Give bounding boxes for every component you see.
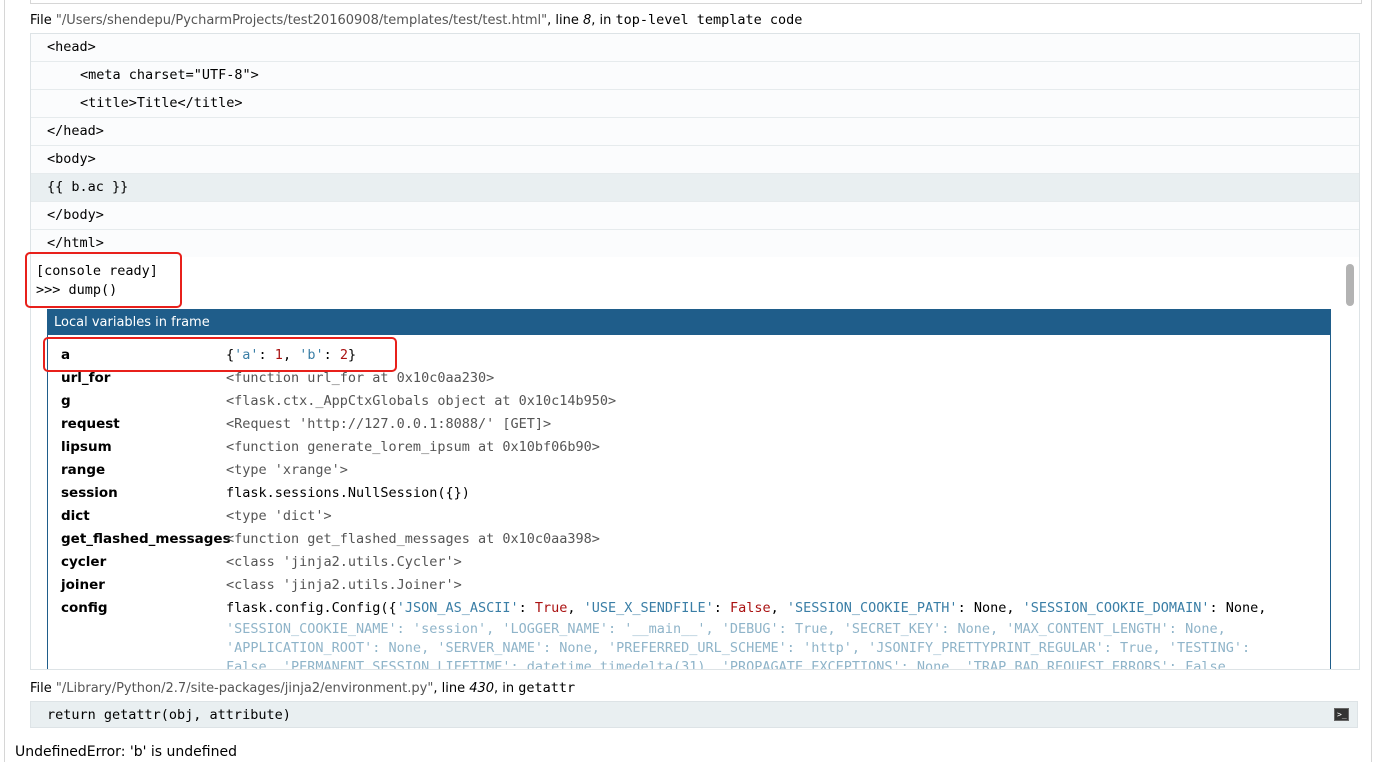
variable-value: <type 'xrange'> (226, 462, 348, 478)
file-prefix: File (30, 13, 56, 28)
variable-value: <flask.ctx._AppCtxGlobals object at 0x10… (226, 393, 617, 409)
variable-value: <function get_flashed_messages at 0x10c0… (226, 531, 600, 547)
file-path: "/Library/Python/2.7/site-packages/jinja… (55, 681, 434, 696)
source-line-current: {{ b.ac }} (31, 174, 1359, 202)
variable-value: <class 'jinja2.utils.Cycler'> (226, 554, 462, 570)
variable-row-a: a {'a': 1, 'b': 2} (61, 344, 1266, 367)
variable-row-url-for: url_for <function url_for at 0x10c0aa230> (61, 367, 1266, 390)
variable-value: flask.config.Config({'JSON_AS_ASCII': Tr… (226, 600, 1267, 616)
source-line: </html> (31, 230, 1359, 257)
variable-value: {'a': 1, 'b': 2} (226, 347, 357, 363)
source-line: <meta charset="UTF-8"> (31, 62, 1359, 90)
variable-name: cycler (61, 554, 107, 570)
variable-name: request (61, 416, 120, 432)
line-label: , line (547, 13, 583, 28)
line-number: 430 (469, 681, 495, 696)
variable-value: <function generate_lorem_ipsum at 0x10bf… (226, 439, 600, 455)
line-label: , line (433, 681, 470, 696)
error-message: UndefinedError: 'b' is undefined (15, 744, 237, 760)
variable-name: url_for (61, 370, 111, 386)
function-name: top-level template code (615, 12, 803, 28)
config-continuation-line: False, 'PERMANENT_SESSION_LIFETIME': dat… (226, 659, 1234, 670)
config-continuation: 'SESSION_COOKIE_NAME': 'session', 'LOGGE… (61, 620, 1266, 670)
variable-name: dict (61, 508, 90, 524)
console-command: >>> dump() (36, 282, 118, 298)
frame-header-template[interactable]: File "/Users/shendepu/PycharmProjects/te… (30, 12, 802, 28)
source-line: <head> (31, 34, 1359, 62)
source-line-text: return getattr(obj, attribute) (47, 707, 291, 723)
source-line: <title>Title</title> (31, 90, 1359, 118)
console-scrollbar[interactable] (1343, 261, 1357, 667)
variable-row-request: request <Request 'http://127.0.0.1:8088/'… (61, 413, 1266, 436)
variable-name: range (61, 462, 106, 478)
scrollbar-thumb[interactable] (1346, 264, 1354, 306)
source-line: </body> (31, 202, 1359, 230)
variable-row-dict: dict <type 'dict'> (61, 505, 1266, 528)
variable-row-g: g <flask.ctx._AppCtxGlobals object at 0x1… (61, 390, 1266, 413)
frame-header-environment[interactable]: File "/Library/Python/2.7/site-packages/… (30, 680, 575, 696)
in-label: , in (494, 681, 519, 696)
variable-name: config (61, 600, 108, 616)
variable-value: <class 'jinja2.utils.Joiner'> (226, 577, 462, 593)
variable-row-get-flashed-messages: get_flashed_messages <function get_flashe… (61, 528, 1266, 551)
variable-row-joiner: joiner <class 'jinja2.utils.Joiner'> (61, 574, 1266, 597)
current-source-line[interactable]: return getattr(obj, attribute) >_ (30, 701, 1358, 728)
config-continuation-line: 'SESSION_COOKIE_NAME': 'session', 'LOGGE… (226, 621, 1226, 637)
variable-name: joiner (61, 577, 105, 593)
line-number: 8 (582, 13, 592, 28)
interactive-console[interactable]: [console ready] >>> dump() Local variabl… (30, 257, 1360, 670)
variable-value: flask.sessions.NullSession({}) (226, 485, 470, 501)
config-continuation-line: 'APPLICATION_ROOT': None, 'SERVER_NAME':… (226, 640, 1251, 656)
file-path: "/Users/shendepu/PycharmProjects/test201… (55, 13, 548, 28)
in-label: , in (591, 13, 616, 28)
variable-name: session (61, 485, 118, 501)
variable-name: get_flashed_messages (61, 531, 231, 547)
variable-row-lipsum: lipsum <function generate_lorem_ipsum at … (61, 436, 1266, 459)
variable-row-config: config flask.config.Config({'JSON_AS_ASCI… (61, 597, 1266, 620)
local-variables-table: a {'a': 1, 'b': 2} url_for <function url_fo… (61, 344, 1266, 670)
source-line: </head> (31, 118, 1359, 146)
variable-name: g (61, 393, 71, 409)
console-ready-text: [console ready] (36, 263, 158, 279)
variable-value: <Request 'http://127.0.0.1:8088/' [GET]> (226, 416, 552, 432)
source-code-block[interactable]: <head> <meta charset="UTF-8"> <title>Title… (30, 33, 1360, 258)
variable-name: lipsum (61, 439, 112, 455)
local-variables-title: Local variables in frame (48, 310, 1330, 335)
previous-source-block-edge (30, 0, 1362, 4)
variable-value: <type 'dict'> (226, 508, 332, 524)
terminal-icon[interactable]: >_ (1334, 708, 1349, 721)
local-variables-panel: Local variables in frame a {'a': 1, 'b': … (47, 309, 1331, 670)
variable-value: <function url_for at 0x10c0aa230> (226, 370, 495, 386)
source-line: <body> (31, 146, 1359, 174)
variable-row-cycler: cycler <class 'jinja2.utils.Cycler'> (61, 551, 1266, 574)
function-name: getattr (518, 680, 576, 696)
variable-row-range: range <type 'xrange'> (61, 459, 1266, 482)
console-output: [console ready] >>> dump() (36, 262, 158, 300)
file-prefix: File (30, 681, 56, 696)
variable-row-session: session flask.sessions.NullSession({}) (61, 482, 1266, 505)
variable-name: a (61, 347, 71, 363)
